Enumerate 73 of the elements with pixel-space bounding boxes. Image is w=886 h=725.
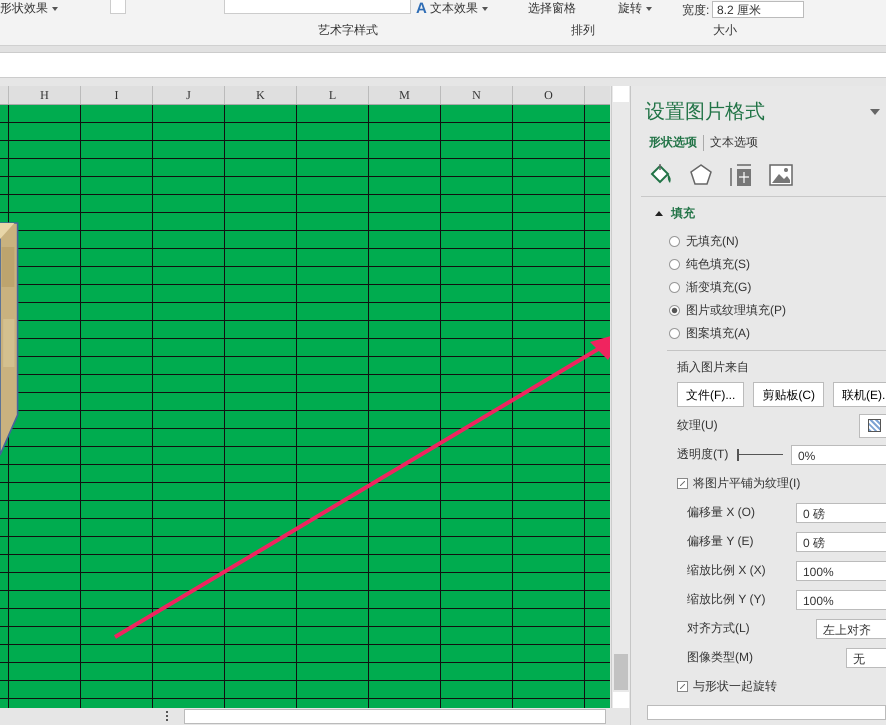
horizontal-scrollbar[interactable] — [184, 709, 606, 724]
texture-label: 纹理(U) — [677, 417, 718, 434]
image-type-dropdown[interactable]: 无 — [846, 648, 886, 668]
panel-tab[interactable]: 文本选项 — [710, 134, 758, 151]
image-icon[interactable] — [769, 163, 793, 187]
radio-label[interactable]: 渐变填充(G) — [686, 278, 752, 296]
column-header[interactable]: N — [441, 86, 513, 104]
caret-icon — [482, 6, 488, 10]
panel-scrollbar[interactable] — [647, 705, 886, 720]
text-effects-button[interactable]: A 文本效果 — [416, 0, 488, 17]
caret-icon — [52, 6, 58, 11]
radio-button[interactable] — [669, 258, 680, 270]
radio-button[interactable] — [669, 282, 680, 292]
column-header[interactable]: H — [9, 86, 81, 104]
panel-tab[interactable]: 形状选项 — [649, 134, 697, 151]
vertical-scrollbar[interactable] — [611, 86, 630, 708]
selection-pane-button[interactable]: 选择窗格 — [528, 0, 576, 17]
splitter-handle-icon[interactable] — [166, 710, 168, 722]
width-label: 宽度: — [682, 2, 710, 19]
number-field[interactable]: 100% — [796, 560, 886, 580]
column-header[interactable]: K — [225, 86, 297, 104]
field-label: 缩放比例 X (X) — [687, 562, 766, 579]
section-title[interactable]: 填充 — [671, 205, 695, 222]
column-header[interactable]: M — [369, 86, 441, 104]
checkbox-label[interactable]: 将图片平铺为纹理(I) — [693, 475, 800, 492]
radio-button[interactable] — [669, 304, 680, 316]
number-field[interactable]: 100% — [796, 590, 886, 610]
source-button[interactable]: 文件(F)... — [677, 382, 744, 407]
collapse-triangle-icon[interactable] — [655, 211, 663, 216]
transparency-label: 透明度(T) — [677, 446, 730, 463]
number-field[interactable]: 0 磅 — [796, 532, 886, 552]
panel-title: 设置图片格式 — [645, 100, 765, 125]
field-label: 缩放比例 Y (Y) — [687, 591, 766, 608]
column-header[interactable]: J — [153, 86, 225, 104]
insert-from-label: 插入图片来自 — [676, 359, 750, 376]
panel-menu-icon[interactable] — [870, 108, 880, 114]
text-effects-icon: A — [416, 0, 427, 17]
checkbox-label[interactable]: 与形状一起旋转 — [693, 678, 777, 695]
source-button[interactable]: 联机(E).. — [833, 382, 886, 407]
column-header[interactable]: L — [297, 86, 369, 104]
number-field[interactable]: 0 磅 — [796, 502, 886, 522]
radio-button[interactable] — [669, 328, 680, 338]
group-label: 艺术字样式 — [318, 22, 378, 39]
image-type-label: 图像类型(M) — [687, 649, 753, 666]
width-field[interactable]: 8.2 厘米 — [712, 1, 804, 18]
radio-label[interactable]: 图案填充(A) — [686, 324, 750, 342]
radio-label[interactable]: 图片或纹理填充(P) — [686, 302, 786, 318]
checkbox[interactable] — [677, 478, 688, 489]
group-label: 排列 — [571, 22, 595, 39]
caret-icon — [646, 6, 652, 11]
alignment-label: 对齐方式(L) — [687, 620, 750, 637]
scroll-thumb[interactable] — [614, 654, 628, 690]
source-button[interactable]: 剪贴板(C) — [753, 382, 824, 407]
cell-grid[interactable] — [0, 105, 610, 708]
transparency-slider[interactable] — [737, 448, 783, 460]
texture-dropdown[interactable] — [859, 414, 886, 438]
radio-button[interactable] — [669, 236, 680, 246]
radio-label[interactable]: 无填充(N) — [686, 232, 739, 250]
radio-label[interactable]: 纯色填充(S) — [686, 256, 750, 272]
texture-swatch-icon — [868, 419, 881, 432]
field-label: 偏移量 X (O) — [687, 504, 755, 521]
size-icon[interactable] — [729, 163, 753, 187]
field-label: 偏移量 Y (E) — [687, 533, 754, 550]
rotate-button[interactable]: 旋转 — [618, 0, 652, 17]
checkbox[interactable] — [677, 681, 688, 692]
text-effects-label[interactable]: 文本效果 — [430, 0, 478, 17]
pentagon-icon[interactable] — [689, 163, 713, 187]
transparency-field[interactable]: 0% — [791, 444, 886, 464]
shape-effects-button[interactable]: 形状效果 — [0, 0, 58, 17]
column-header[interactable]: O — [513, 86, 585, 104]
group-label: 大小 — [713, 22, 737, 39]
alignment-dropdown[interactable]: 左上对齐 — [816, 618, 886, 638]
column-header[interactable]: I — [81, 86, 153, 104]
